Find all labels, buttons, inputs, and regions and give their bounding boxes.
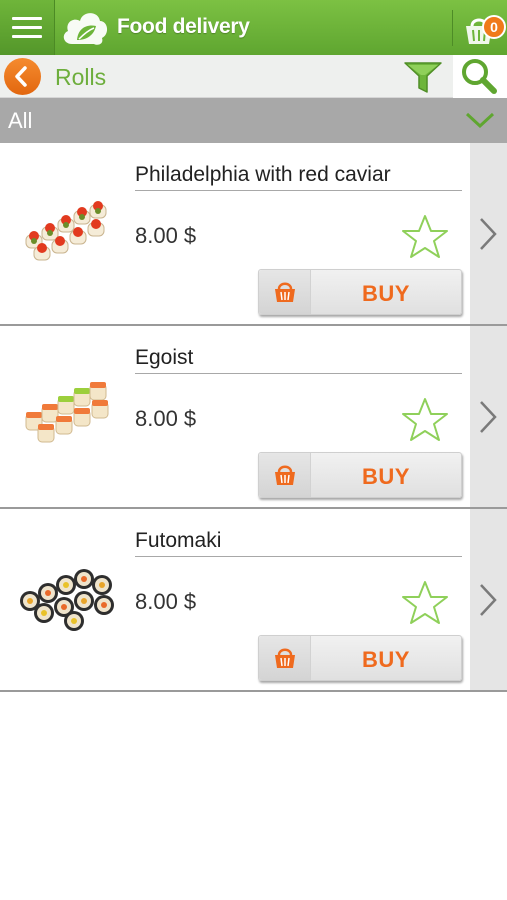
chevron-down-icon	[465, 112, 495, 129]
product-price: 8.00 $	[135, 223, 197, 248]
star-icon[interactable]	[400, 579, 450, 627]
product-item[interactable]: Egoist 8.00 $ BUY	[0, 326, 507, 509]
product-detail-button[interactable]	[470, 143, 507, 324]
search-button[interactable]	[453, 55, 507, 98]
category-label: All	[8, 108, 33, 133]
product-detail-button[interactable]	[470, 326, 507, 507]
search-icon	[462, 59, 497, 94]
product-price: 8.00 $	[135, 589, 197, 614]
chevron-right-icon	[480, 401, 497, 433]
page-title: Rolls	[55, 64, 107, 90]
basket-icon	[275, 282, 295, 302]
buy-label: BUY	[362, 464, 410, 489]
app-bar: Food delivery 0	[0, 0, 507, 55]
app-title: Food delivery	[117, 15, 250, 38]
product-item[interactable]: Futomaki 8.00 $ BUY	[0, 509, 507, 692]
buy-label: BUY	[362, 281, 410, 306]
star-icon[interactable]	[400, 213, 450, 261]
filter-icon[interactable]	[402, 59, 444, 95]
cart-count-badge: 0	[482, 15, 506, 39]
sub-header: Rolls	[0, 55, 507, 98]
philadelphia-roll-image	[25, 201, 107, 261]
basket-icon	[275, 465, 295, 485]
chevron-right-icon	[480, 584, 497, 616]
menu-icon	[12, 17, 42, 20]
futomaki-roll-image	[20, 569, 114, 631]
product-item[interactable]: Philadelphia with red caviar 8.00 $ BUY	[0, 143, 507, 326]
buy-button[interactable]: BUY	[258, 452, 462, 498]
product-name[interactable]: Philadelphia with red caviar	[135, 163, 462, 191]
buy-button[interactable]: BUY	[258, 269, 462, 315]
menu-button[interactable]	[0, 0, 55, 55]
product-price: 8.00 $	[135, 406, 197, 431]
product-detail-button[interactable]	[470, 509, 507, 690]
buy-button[interactable]: BUY	[258, 635, 462, 681]
product-name[interactable]: Futomaki	[135, 529, 462, 557]
back-button[interactable]	[4, 58, 41, 95]
back-icon	[15, 66, 27, 87]
app-logo	[63, 13, 108, 45]
chevron-right-icon	[480, 218, 497, 250]
category-selector[interactable]: All	[0, 98, 507, 143]
basket-icon	[275, 648, 295, 668]
divider	[452, 10, 453, 46]
star-icon[interactable]	[400, 396, 450, 444]
egoist-roll-image	[25, 382, 109, 443]
buy-label: BUY	[362, 647, 410, 672]
product-name[interactable]: Egoist	[135, 346, 462, 374]
